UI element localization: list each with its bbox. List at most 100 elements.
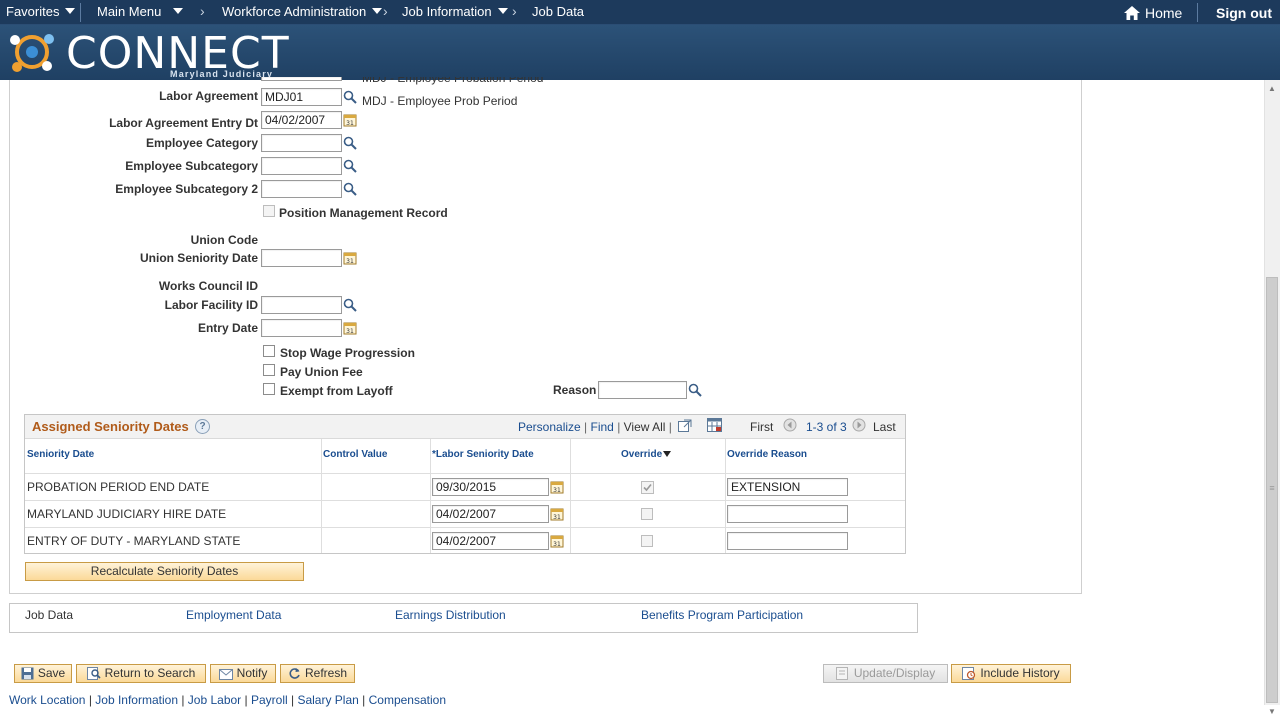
include-history-label: Include History xyxy=(980,666,1060,680)
view-all-link[interactable]: View All xyxy=(624,420,666,434)
column-header-override-reason[interactable]: Override Reason xyxy=(727,449,807,460)
labor-facility-input[interactable] xyxy=(261,296,342,314)
find-link[interactable]: Find xyxy=(591,420,614,434)
override-reason-input[interactable] xyxy=(727,505,848,523)
labor-facility-label: Labor Facility ID xyxy=(164,298,258,312)
personalize-link[interactable]: Personalize xyxy=(518,420,581,434)
calendar-icon[interactable]: 31 xyxy=(343,113,357,127)
grid-header: Assigned Seniority Dates ? Personalize |… xyxy=(25,415,905,439)
stop-wage-checkbox[interactable] xyxy=(263,345,275,357)
update-display-label: Update/Display xyxy=(853,666,936,680)
column-divider xyxy=(430,439,431,553)
envelope-icon xyxy=(218,669,233,680)
column-divider xyxy=(321,439,322,553)
breadcrumb-job-information[interactable]: Job Information xyxy=(402,4,508,19)
column-header-override[interactable]: Override xyxy=(621,449,672,460)
pay-union-fee-label: Pay Union Fee xyxy=(280,365,363,379)
employee-subcategory-label: Employee Subcategory xyxy=(125,159,258,173)
breadcrumb-job-data[interactable]: Job Data xyxy=(532,4,584,19)
column-header-labor-seniority-date[interactable]: *Labor Seniority Date xyxy=(432,449,534,460)
scroll-up-icon[interactable]: ▲ xyxy=(1266,83,1278,95)
labor-agreement-label: Labor Agreement xyxy=(159,89,258,103)
include-history-button[interactable]: Include History xyxy=(951,664,1071,683)
favorites-menu[interactable]: Favorites xyxy=(6,4,76,19)
tab-job-data[interactable]: Job Data xyxy=(25,608,73,622)
refresh-icon xyxy=(289,668,300,679)
labor-seniority-date-input[interactable] xyxy=(432,505,549,523)
job-information-link[interactable]: Job Information xyxy=(95,693,178,707)
calendar-icon[interactable]: 31 xyxy=(550,480,564,494)
last-page-link[interactable]: Last xyxy=(873,420,896,434)
calendar-icon[interactable]: 31 xyxy=(343,251,357,265)
exempt-layoff-label: Exempt from Layoff xyxy=(280,384,393,398)
new-window-icon[interactable] xyxy=(678,419,692,432)
tab-employment-data[interactable]: Employment Data xyxy=(186,608,281,622)
breadcrumb-separator-icon: › xyxy=(512,3,517,19)
download-grid-icon[interactable] xyxy=(707,418,722,432)
save-button[interactable]: Save xyxy=(14,664,72,683)
work-location-link[interactable]: Work Location xyxy=(9,693,85,707)
override-reason-input[interactable] xyxy=(727,478,848,496)
breadcrumb-label: Job Information xyxy=(402,4,492,19)
search-icon[interactable] xyxy=(343,136,357,150)
chevron-down-icon xyxy=(372,8,383,14)
labor-agreement-input[interactable] xyxy=(261,88,342,106)
job-labor-link[interactable]: Job Labor xyxy=(188,693,241,707)
home-link[interactable]: Home xyxy=(1124,5,1182,21)
override-checkbox xyxy=(641,535,653,547)
calendar-icon[interactable]: 31 xyxy=(343,321,357,335)
grid-title: Assigned Seniority Dates xyxy=(32,419,189,434)
reason-input[interactable] xyxy=(598,381,687,399)
connect-logo-icon xyxy=(10,34,54,72)
payroll-link[interactable]: Payroll xyxy=(251,693,288,707)
override-checkbox xyxy=(641,508,653,520)
search-icon[interactable] xyxy=(688,383,702,397)
first-page-link[interactable]: First xyxy=(750,420,773,434)
sign-out-link[interactable]: Sign out xyxy=(1216,5,1272,21)
exempt-layoff-checkbox[interactable] xyxy=(263,383,275,395)
search-icon[interactable] xyxy=(343,182,357,196)
entry-date-input[interactable] xyxy=(261,319,342,337)
tab-earnings-distribution[interactable]: Earnings Distribution xyxy=(395,608,506,622)
scroll-down-icon[interactable]: ▼ xyxy=(1266,706,1278,718)
search-icon[interactable] xyxy=(343,159,357,173)
labor-seniority-date-input[interactable] xyxy=(432,532,549,550)
top-nav-bar: Favorites Main Menu › Workforce Administ… xyxy=(0,0,1280,25)
cut-off-field xyxy=(261,77,342,81)
union-seniority-input[interactable] xyxy=(261,249,342,267)
previous-arrow-icon[interactable] xyxy=(783,418,797,432)
recalculate-seniority-button[interactable]: Recalculate Seniority Dates xyxy=(25,562,304,581)
next-arrow-icon[interactable] xyxy=(852,418,866,432)
refresh-button[interactable]: Refresh xyxy=(280,664,355,683)
reason-label: Reason xyxy=(553,383,597,397)
tab-benefits-program-participation[interactable]: Benefits Program Participation xyxy=(641,608,803,622)
employee-subcategory-input[interactable] xyxy=(261,157,342,175)
notify-button[interactable]: Notify xyxy=(210,664,276,683)
compensation-link[interactable]: Compensation xyxy=(369,693,446,707)
breadcrumb-workforce-administration[interactable]: Workforce Administration xyxy=(222,4,383,19)
labor-agreement-entry-input[interactable] xyxy=(261,111,342,129)
override-header-label: Override xyxy=(621,449,663,460)
svg-text:31: 31 xyxy=(553,541,561,548)
employee-category-input[interactable] xyxy=(261,134,342,152)
column-divider xyxy=(725,439,726,553)
search-icon[interactable] xyxy=(343,298,357,312)
search-icon[interactable] xyxy=(343,90,357,104)
seniority-date-cell: PROBATION PERIOD END DATE xyxy=(27,480,210,494)
return-search-icon xyxy=(86,667,101,680)
labor-seniority-date-input[interactable] xyxy=(432,478,549,496)
calendar-icon[interactable]: 31 xyxy=(550,507,564,521)
favorites-label: Favorites xyxy=(6,4,60,19)
main-menu[interactable]: Main Menu xyxy=(97,4,184,19)
page-tabs: Job Data Employment Data Earnings Distri… xyxy=(9,603,918,633)
help-icon[interactable]: ? xyxy=(195,419,210,434)
pay-union-fee-checkbox[interactable] xyxy=(263,364,275,376)
chevron-down-icon xyxy=(173,8,184,14)
calendar-icon[interactable]: 31 xyxy=(550,534,564,548)
override-reason-input[interactable] xyxy=(727,532,848,550)
column-header-control-value[interactable]: Control Value xyxy=(323,449,387,460)
column-header-seniority-date[interactable]: Seniority Date xyxy=(27,449,94,460)
salary-plan-link[interactable]: Salary Plan xyxy=(297,693,358,707)
employee-subcategory2-input[interactable] xyxy=(261,180,342,198)
return-to-search-button[interactable]: Return to Search xyxy=(76,664,206,683)
